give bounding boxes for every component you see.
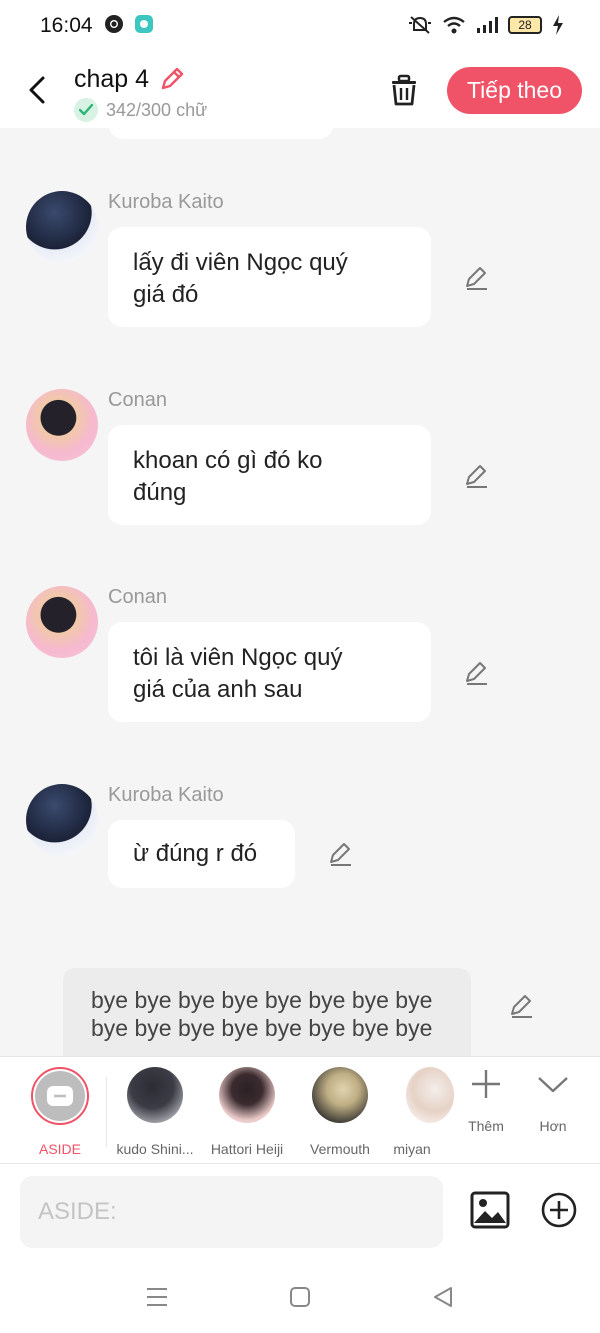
- page-title: chap 4: [74, 64, 150, 93]
- character-avatar: [312, 1067, 368, 1123]
- plus-circle-icon: [541, 1192, 577, 1228]
- wifi-icon: [443, 16, 465, 34]
- message-sender: Kuroba Kaito: [108, 191, 224, 213]
- character-label: ASIDE: [38, 1141, 81, 1157]
- previous-message-bubble: [108, 128, 334, 139]
- edit-message-icon[interactable]: [462, 658, 492, 688]
- character-kudo-shinichi[interactable]: kudo Shini...: [110, 1067, 200, 1157]
- message-sender: Conan: [108, 586, 167, 608]
- character-label: Hattori Heiji: [210, 1141, 284, 1157]
- avatar-kuroba-kaito[interactable]: [26, 784, 98, 856]
- tool-label: Thêm: [468, 1118, 504, 1134]
- tool-label: Hơn: [539, 1118, 567, 1134]
- message-text-line: khoan có gì đó ko: [133, 447, 323, 474]
- charging-icon: [553, 15, 563, 35]
- chevron-left-icon: [29, 76, 45, 104]
- message-text-line: giá đó: [133, 281, 199, 308]
- battery-indicator: 28: [508, 16, 542, 34]
- avatar-kuroba-kaito[interactable]: [26, 191, 98, 263]
- character-bar: ASIDE kudo Shini... Hattori Heiji Vermou…: [0, 1056, 600, 1164]
- message-sender: Kuroba Kaito: [108, 784, 224, 806]
- character-label: miyan: [393, 1141, 431, 1157]
- edit-message-icon[interactable]: [326, 839, 356, 869]
- edit-title-icon[interactable]: [157, 64, 187, 94]
- back-nav-button[interactable]: [428, 1282, 458, 1312]
- header: chap 4 342/300 chữ Tiếp theo: [0, 52, 600, 128]
- avatar-conan[interactable]: [26, 389, 98, 461]
- message-text-line: lấy đi viên Ngọc quý: [133, 249, 348, 276]
- triangle-back-icon: [434, 1287, 452, 1307]
- signal-icon: [477, 17, 498, 33]
- back-button[interactable]: [20, 70, 54, 110]
- add-content-button[interactable]: [537, 1188, 581, 1232]
- title-row: chap 4: [74, 64, 187, 94]
- aside-text-line: bye bye bye bye bye bye bye bye: [91, 987, 433, 1013]
- input-area: [0, 1164, 600, 1254]
- check-icon: [74, 98, 98, 122]
- word-count-row: 342/300 chữ: [74, 98, 207, 122]
- recent-apps-button[interactable]: [142, 1282, 172, 1312]
- character-avatar: [219, 1067, 275, 1123]
- status-bar: 16:04 28: [0, 0, 600, 52]
- chrome-icon: [105, 15, 123, 33]
- aside-bubble[interactable]: bye bye bye bye bye bye bye bye bye bye …: [63, 968, 471, 1056]
- avatar-conan[interactable]: [26, 586, 98, 658]
- collapse-button[interactable]: Hơn: [523, 1067, 583, 1134]
- edit-message-icon[interactable]: [462, 461, 492, 491]
- message-bubble[interactable]: tôi là viên Ngọc quý giá của anh sau: [108, 622, 431, 722]
- character-aside[interactable]: ASIDE: [15, 1067, 105, 1157]
- square-icon: [290, 1287, 310, 1307]
- status-time: 16:04: [40, 14, 93, 37]
- word-count: 342/300 chữ: [106, 99, 208, 120]
- menu-icon: [147, 1288, 167, 1306]
- status-left-icons: [104, 14, 154, 34]
- divider: [106, 1077, 107, 1147]
- home-button[interactable]: [285, 1282, 315, 1312]
- edit-message-icon[interactable]: [462, 263, 492, 293]
- next-button[interactable]: Tiếp theo: [447, 67, 582, 114]
- system-nav-bar: [0, 1254, 600, 1333]
- character-avatar: [127, 1067, 183, 1123]
- character-miyano[interactable]: miyan: [382, 1067, 454, 1157]
- chevron-down-icon: [538, 1077, 568, 1093]
- image-icon: [470, 1191, 510, 1229]
- edit-aside-icon[interactable]: [507, 991, 537, 1021]
- character-vermouth[interactable]: Vermouth: [295, 1067, 385, 1157]
- character-label: Vermouth: [310, 1141, 370, 1157]
- plus-icon: [472, 1070, 500, 1098]
- character-label: kudo Shini...: [116, 1141, 194, 1157]
- delete-button[interactable]: [386, 70, 422, 110]
- message-text-line: ừ đúng r đó: [133, 840, 258, 867]
- bell-muted-icon: [409, 16, 431, 34]
- image-button[interactable]: [468, 1188, 512, 1232]
- character-hattori-heiji[interactable]: Hattori Heiji: [202, 1067, 292, 1157]
- app-notification-icon: [135, 15, 153, 33]
- aside-icon: [47, 1086, 73, 1106]
- status-right-icons: 28: [408, 14, 564, 36]
- message-bubble[interactable]: khoan có gì đó ko đúng: [108, 425, 431, 525]
- trash-icon: [392, 74, 416, 106]
- message-sender: Conan: [108, 389, 167, 411]
- character-avatar: [406, 1067, 454, 1123]
- add-character-button[interactable]: Thêm: [456, 1067, 516, 1134]
- chat-area: Kuroba Kaito lấy đi viên Ngọc quý giá đó…: [0, 128, 600, 1056]
- aside-text-line: bye bye bye bye bye bye bye bye: [91, 1015, 433, 1041]
- message-bubble[interactable]: ừ đúng r đó: [108, 820, 295, 888]
- message-text-line: đúng: [133, 479, 187, 506]
- message-bubble[interactable]: lấy đi viên Ngọc quý giá đó: [108, 227, 431, 327]
- message-text-line: giá của anh sau: [133, 676, 303, 703]
- message-input[interactable]: [20, 1176, 443, 1248]
- message-text-line: tôi là viên Ngọc quý: [133, 644, 343, 671]
